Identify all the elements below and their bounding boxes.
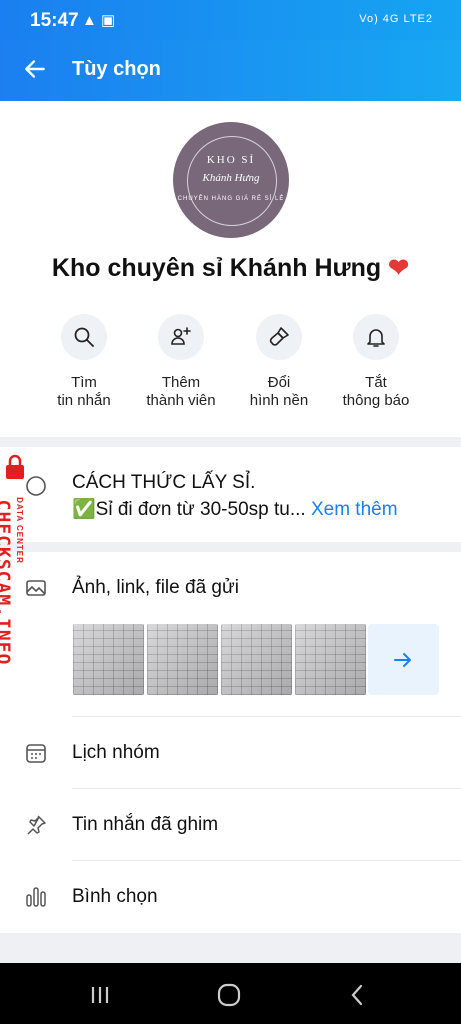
thumbnail-shade — [147, 624, 218, 695]
action-circle — [353, 314, 399, 360]
home-icon[interactable] — [217, 983, 241, 1007]
section-separator — [0, 542, 461, 552]
page-title: Tùy chọn — [72, 58, 161, 80]
poll-icon — [26, 887, 46, 907]
search-icon — [74, 327, 94, 347]
calendar-icon — [26, 744, 46, 763]
network-indicator: Vo) 4G LTE2 — [359, 13, 433, 25]
pinned-note-title: CÁCH THỨC LẤY SỈ. — [72, 472, 256, 493]
action-label-line1: Thêm — [161, 374, 201, 391]
bell-icon — [367, 329, 385, 347]
action-circle — [61, 314, 107, 360]
app-bar: Tùy chọn — [0, 40, 461, 101]
watermark-sub: DATA CENTER — [14, 497, 24, 564]
watermark: DATA CENTER CHECKSCAM.INFO — [0, 452, 34, 672]
status-bar: 15:47 ▲ ▣ Vo) 4G LTE2 — [0, 0, 461, 40]
status-time: 15:47 — [30, 10, 79, 31]
pinned-note[interactable]: CÁCH THỨC LẤY SỈ. ✅Sỉ đi đơn từ 30-50sp … — [0, 448, 461, 542]
action-label-line2: thông báo — [342, 392, 410, 409]
pinned-messages-row[interactable]: Tin nhắn đã ghim — [0, 789, 461, 861]
paint-brush-icon — [269, 327, 289, 346]
section-separator — [0, 437, 461, 447]
group-calendar-row[interactable]: Lịch nhóm — [0, 717, 461, 789]
pinned-note-preview: ✅Sỉ đi đơn từ 30-50sp tu... — [72, 499, 306, 520]
thumbnail-shade — [221, 624, 292, 695]
pin-icon — [27, 815, 46, 835]
action-label-line2: thành viên — [146, 392, 216, 409]
search-messages-button[interactable]: Tìm tin nhắn — [36, 314, 132, 410]
section-separator — [0, 933, 461, 963]
shared-media-title[interactable]: Ảnh, link, file đã gửi — [72, 577, 239, 599]
action-label-line1: Tìm — [71, 374, 97, 391]
recent-apps-icon[interactable] — [88, 983, 112, 1007]
action-label-line2: hình nền — [249, 392, 309, 409]
avatar-slogan-text: CHUYÊN HÀNG GIÁ RẺ SỈ LẺ — [177, 196, 285, 202]
add-member-icon — [171, 327, 191, 345]
thumbnail-shade — [73, 624, 144, 695]
back-nav-icon[interactable] — [346, 983, 370, 1007]
action-label-line1: Đổi — [267, 374, 291, 391]
avatar-brand-text: KHO SỈ — [206, 154, 256, 166]
group-name: Kho chuyên sỉ Khánh Hưng — [51, 254, 382, 282]
media-thumbnail[interactable] — [147, 624, 218, 695]
avatar-script-text: Khánh Hưng — [202, 172, 260, 184]
system-nav-bar — [0, 963, 461, 1024]
mute-notifications-button[interactable]: Tắt thông báo — [328, 314, 424, 410]
lock-icon — [6, 454, 24, 479]
thumbnail-shade — [295, 624, 366, 695]
menu-label: Tin nhắn đã ghim — [72, 814, 219, 835]
see-more-link[interactable]: Xem thêm — [311, 499, 398, 520]
action-label-line1: Tắt — [365, 374, 387, 391]
add-member-button[interactable]: Thêm thành viên — [133, 314, 229, 410]
view-all-media-button[interactable] — [368, 624, 439, 695]
action-label-line2: tin nhắn — [57, 392, 111, 409]
heart-icon: ❤ — [388, 254, 410, 282]
change-wallpaper-button[interactable]: Đổi hình nền — [231, 314, 327, 410]
action-circle — [158, 314, 204, 360]
media-thumbnail[interactable] — [295, 624, 366, 695]
menu-label: Lịch nhóm — [72, 742, 160, 763]
group-name-row[interactable]: Kho chuyên sỉ Khánh Hưng ❤ — [0, 253, 461, 283]
arrow-right-icon — [394, 653, 411, 667]
media-thumbnail[interactable] — [73, 624, 144, 695]
media-thumbnail[interactable] — [221, 624, 292, 695]
action-circle — [256, 314, 302, 360]
group-avatar[interactable]: KHO SỈ Khánh Hưng CHUYÊN HÀNG GIÁ RẺ SỈ … — [173, 122, 289, 238]
watermark-text: CHECKSCAM.INFO — [0, 499, 14, 666]
poll-row[interactable]: Bình chọn — [0, 861, 461, 933]
back-arrow-icon[interactable] — [22, 56, 48, 82]
menu-label: Bình chọn — [72, 886, 158, 907]
notification-icons: ▲ ▣ — [82, 12, 116, 29]
